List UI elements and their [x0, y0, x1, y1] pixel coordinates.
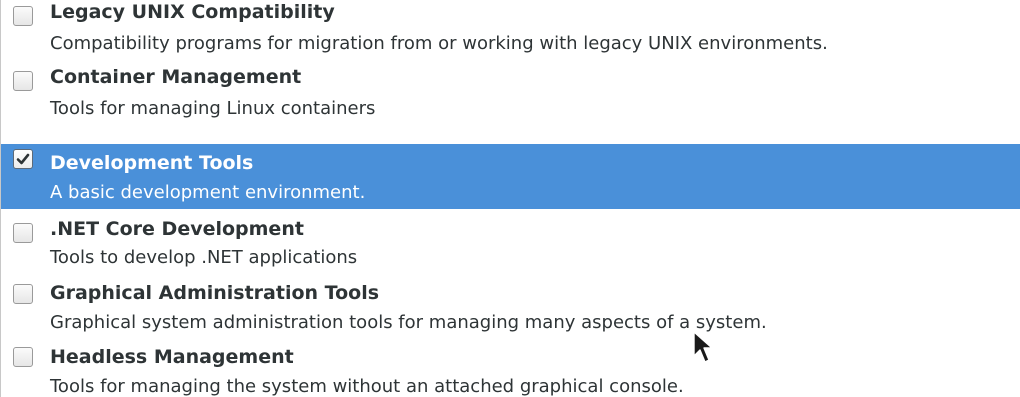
item-description: Tools for managing the system without an…	[50, 376, 684, 397]
checkmark-icon	[16, 153, 30, 165]
item-description: Tools to develop .NET applications	[50, 247, 358, 268]
checkbox-icon[interactable]	[13, 284, 33, 304]
checkbox-icon[interactable]	[13, 149, 33, 169]
item-description: Tools for managing Linux containers	[50, 98, 376, 119]
list-item-graphical-admin[interactable]: Graphical Administration Tools Graphical…	[1, 274, 1020, 339]
item-title: Legacy UNIX Compatibility	[50, 1, 335, 23]
item-description: A basic development environment.	[50, 182, 366, 203]
list-item-headless-management[interactable]: Headless Management Tools for managing t…	[1, 339, 1020, 397]
list-item-legacy-unix[interactable]: Legacy UNIX Compatibility Compatibility …	[1, 0, 1020, 54]
checkbox-icon[interactable]	[13, 71, 33, 91]
list-item-dotnet-core[interactable]: .NET Core Development Tools to develop .…	[1, 209, 1020, 274]
item-title: Container Management	[50, 66, 302, 88]
item-description: Graphical system administration tools fo…	[50, 312, 767, 333]
checkbox-icon[interactable]	[13, 347, 33, 367]
item-title: Development Tools	[50, 152, 254, 174]
checkbox-icon[interactable]	[13, 223, 33, 243]
list-item-container-management[interactable]: Container Management Tools for managing …	[1, 51, 1020, 119]
checkbox-icon[interactable]	[13, 6, 33, 26]
addon-list: Legacy UNIX Compatibility Compatibility …	[0, 0, 1020, 397]
item-title: Graphical Administration Tools	[50, 282, 380, 304]
list-item-development-tools[interactable]: Development Tools A basic development en…	[1, 144, 1020, 209]
item-title: Headless Management	[50, 346, 294, 368]
item-title: .NET Core Development	[50, 218, 304, 240]
